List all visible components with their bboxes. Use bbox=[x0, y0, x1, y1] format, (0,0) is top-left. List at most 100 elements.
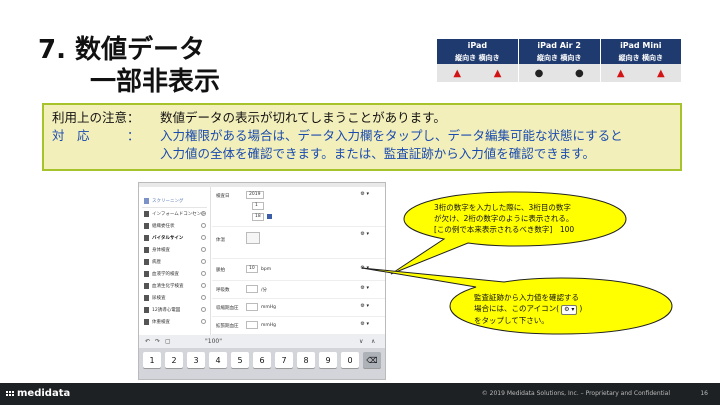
chevron-up-icon[interactable]: ∧ bbox=[371, 338, 375, 345]
form-icon bbox=[144, 247, 149, 253]
key-4[interactable]: 4 bbox=[209, 352, 227, 368]
status-icon bbox=[201, 295, 206, 300]
notice-text-response-1: 入力権限がある場合は、データ入力欄をタップし、データ編集可能な状態にすると bbox=[160, 128, 623, 143]
orientation-ipad: 縦向き 横向き bbox=[436, 52, 519, 64]
photo-thumbnail[interactable] bbox=[246, 232, 260, 244]
sidebar-item-history[interactable]: 病歴 bbox=[139, 256, 210, 268]
dbp-label: 拡張期血圧 bbox=[216, 324, 239, 329]
undo-icon[interactable]: ↶ bbox=[145, 338, 150, 345]
sidebar-item-physical[interactable]: 身体検査 bbox=[139, 244, 210, 256]
chevron-down-icon[interactable]: ∨ bbox=[359, 338, 363, 345]
slide-title-line1: 7. 数値データ bbox=[38, 35, 206, 65]
compat-marks-row: ▲ ▲ ● ● ▲ ▲ bbox=[436, 64, 681, 82]
device-header-row: iPad iPad Air 2 iPad Mini bbox=[436, 39, 681, 52]
sidebar-item-screening[interactable]: スクリーニング bbox=[139, 195, 210, 207]
key-6[interactable]: 6 bbox=[253, 352, 271, 368]
compat-ipad-mini: ▲ ▲ bbox=[599, 64, 681, 82]
status-icon bbox=[201, 223, 206, 228]
redo-icon[interactable]: ↷ bbox=[155, 338, 160, 345]
form-icon bbox=[144, 235, 149, 241]
gear-icon[interactable]: ⚙ ▾ bbox=[360, 285, 369, 291]
key-0[interactable]: 0 bbox=[341, 352, 359, 368]
device-ipad-air2: iPad Air 2 bbox=[517, 39, 601, 52]
form-icon bbox=[144, 271, 149, 277]
paste-icon[interactable]: ▢ bbox=[165, 338, 171, 345]
sbp-label: 収縮期血圧 bbox=[216, 306, 239, 311]
key-8[interactable]: 8 bbox=[297, 352, 315, 368]
orientation-ipad-mini: 縦向き 横向き bbox=[599, 52, 681, 64]
callout1-line3: [この例で本来表示されるべき数字] 100 bbox=[434, 225, 575, 234]
resp-label: 呼吸数 bbox=[216, 288, 230, 293]
status-icon bbox=[201, 319, 206, 324]
compat-ipad: ▲ ▲ bbox=[436, 64, 519, 82]
field-row-date: 検査日 2019 1 18 ⚙ ▾ bbox=[212, 187, 385, 227]
sidebar-item-consent[interactable]: インフォームドコンセント bbox=[139, 208, 210, 220]
sidebar-item-urinalysis[interactable]: 尿検査 bbox=[139, 292, 210, 304]
callout2-line2b: ) bbox=[579, 304, 583, 313]
field-row-pulse: 脈拍 10 bpm ⚙ ▾ bbox=[212, 259, 385, 281]
callout-truncation: 3桁の数字を入力した際に、3桁目の数字 が欠け、2桁の数字のように表示される。 … bbox=[390, 190, 628, 275]
key-1[interactable]: 1 bbox=[143, 352, 161, 368]
sidebar-item-hematology[interactable]: 血液学的検査 bbox=[139, 268, 210, 280]
gear-icon: ⚙ ▾ bbox=[561, 305, 578, 315]
gear-icon[interactable]: ⚙ ▾ bbox=[360, 321, 369, 327]
key-5[interactable]: 5 bbox=[231, 352, 249, 368]
form-icon bbox=[144, 223, 149, 229]
resp-input[interactable] bbox=[246, 285, 258, 293]
field-row-dbp: 拡張期血圧 mmHg ⚙ ▾ bbox=[212, 317, 385, 335]
sbp-input[interactable] bbox=[246, 303, 258, 311]
form-icon bbox=[144, 307, 149, 313]
keyboard-toolbar: ↶ ↷ ▢ "100" ∨ ∧ bbox=[139, 335, 385, 348]
year-input[interactable]: 2019 bbox=[246, 191, 264, 199]
device-compat-table: iPad iPad Air 2 iPad Mini 縦向き 横向き 縦向き 横向… bbox=[436, 39, 681, 82]
sbp-unit: mmHg bbox=[261, 305, 277, 310]
footer-bar: medidata © 2019 Medidata Solutions, Inc.… bbox=[0, 383, 720, 405]
keyboard-keys: 1 2 3 4 5 6 7 8 9 0 ⌫ bbox=[143, 352, 381, 368]
copyright-text: © 2019 Medidata Solutions, Inc. – Propri… bbox=[481, 390, 670, 397]
gear-icon[interactable]: ⚙ ▾ bbox=[360, 303, 369, 309]
day-input[interactable]: 18 bbox=[252, 213, 264, 221]
triangle-icon: ▲ bbox=[453, 67, 462, 79]
month-input[interactable]: 1 bbox=[252, 202, 264, 210]
sidebar: スクリーニング インフォームドコンセント 組織委任状 バイタルサイン 身体検査 … bbox=[139, 187, 211, 335]
key-7[interactable]: 7 bbox=[275, 352, 293, 368]
key-2[interactable]: 2 bbox=[165, 352, 183, 368]
date-label: 検査日 bbox=[216, 194, 230, 199]
notice-label-caution: 利用上の注意： bbox=[52, 110, 140, 125]
pulse-input[interactable]: 10 bbox=[246, 265, 258, 273]
field-row-resp: 呼吸数 /分 ⚙ ▾ bbox=[212, 281, 385, 299]
form-icon bbox=[144, 319, 149, 325]
notice-label-response: 対 応 ： bbox=[52, 128, 140, 143]
dbp-input[interactable] bbox=[246, 321, 258, 329]
sidebar-item-ecg[interactable]: 12誘導心電図 bbox=[139, 304, 210, 316]
form-icon bbox=[144, 259, 149, 265]
status-icon bbox=[201, 259, 206, 264]
logo-grid-icon bbox=[6, 391, 14, 396]
callout2-line1: 監査証跡から入力値を確認する bbox=[474, 293, 579, 302]
compat-ipad-air2: ● ● bbox=[517, 64, 601, 82]
calendar-icon[interactable] bbox=[267, 214, 272, 219]
logo-text: medidata bbox=[17, 388, 71, 399]
keyboard-suggestion[interactable]: "100" bbox=[205, 338, 222, 345]
sidebar-item-weight[interactable]: 体重検査 bbox=[139, 316, 210, 328]
device-ipad: iPad bbox=[436, 39, 519, 52]
notice-text-response-2: 入力値の全体を確認できます。または、監査証跡から入力値を確認できます。 bbox=[160, 146, 596, 161]
key-9[interactable]: 9 bbox=[319, 352, 337, 368]
sidebar-item-vitals[interactable]: バイタルサイン bbox=[139, 232, 210, 244]
temp-label: 体温 bbox=[216, 238, 225, 243]
form-main: 検査日 2019 1 18 ⚙ ▾ 体温 ⚙ ▾ 脈拍 10 bpm ⚙ ▾ 呼… bbox=[212, 187, 385, 335]
delete-key[interactable]: ⌫ bbox=[363, 352, 381, 368]
sidebar-item-chemistry[interactable]: 血清生化学検査 bbox=[139, 280, 210, 292]
form-icon bbox=[144, 283, 149, 289]
gear-icon[interactable]: ⚙ ▾ bbox=[360, 231, 369, 237]
gear-icon[interactable]: ⚙ ▾ bbox=[360, 191, 369, 197]
status-icon bbox=[201, 235, 206, 240]
field-row-sbp: 収縮期血圧 mmHg ⚙ ▾ bbox=[212, 299, 385, 317]
triangle-icon: ▲ bbox=[493, 67, 502, 79]
key-3[interactable]: 3 bbox=[187, 352, 205, 368]
pulse-label: 脈拍 bbox=[216, 268, 225, 273]
status-icon bbox=[201, 283, 206, 288]
callout1-line2: が欠け、2桁の数字のように表示される。 bbox=[434, 214, 574, 223]
sidebar-item-delegation[interactable]: 組織委任状 bbox=[139, 220, 210, 232]
circle-icon: ● bbox=[575, 67, 584, 79]
